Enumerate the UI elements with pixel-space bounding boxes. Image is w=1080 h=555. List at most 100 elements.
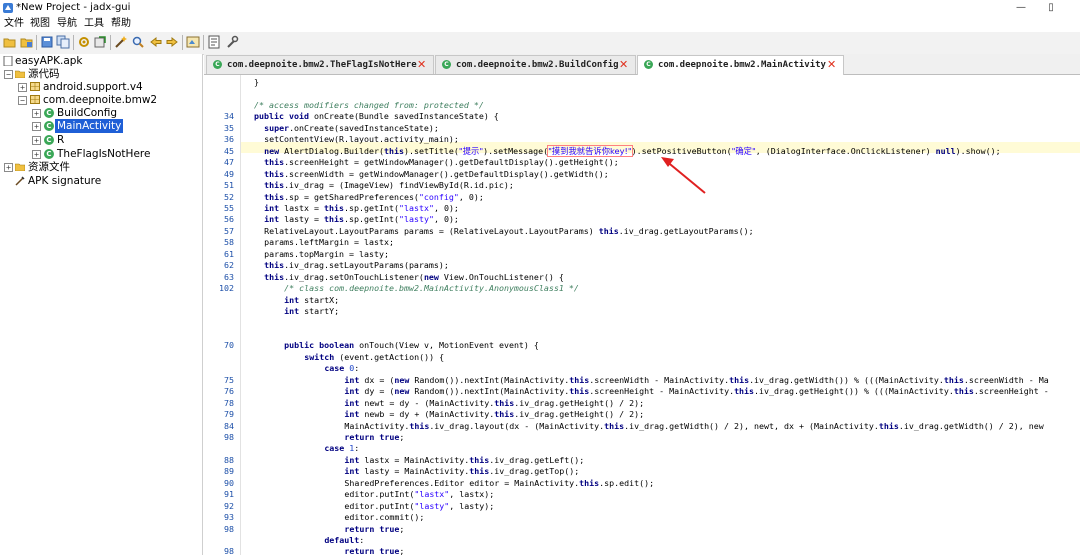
tree-node-class[interactable]: + C TheFlagIsNotHere bbox=[0, 147, 200, 161]
expand-toggle[interactable]: + bbox=[32, 150, 41, 159]
line-number: 98 bbox=[224, 523, 234, 534]
minimize-button[interactable]: — bbox=[1008, 1, 1034, 15]
expand-toggle[interactable]: + bbox=[18, 83, 27, 92]
class-icon: C bbox=[644, 60, 653, 69]
code-token: this bbox=[598, 225, 619, 236]
code-line: editor.putInt("lastx", lastx); bbox=[344, 489, 494, 500]
log-icon[interactable] bbox=[207, 35, 221, 49]
collapse-toggle[interactable]: − bbox=[4, 70, 13, 79]
tree-node-signature[interactable]: APK signature bbox=[0, 174, 200, 188]
code-token: int bbox=[344, 386, 360, 397]
menu-view[interactable]: 视图 bbox=[30, 17, 50, 30]
code-token: this bbox=[604, 420, 625, 431]
tab-label: com.deepnoite.bmw2.MainActivity bbox=[658, 60, 826, 70]
code-token: MainActivity. bbox=[344, 420, 410, 431]
expand-toggle[interactable]: + bbox=[4, 163, 13, 172]
back-icon[interactable] bbox=[149, 35, 163, 49]
line-number: 88 bbox=[224, 454, 234, 465]
line-number: 90 bbox=[224, 477, 234, 488]
folder-icon bbox=[15, 70, 25, 78]
close-icon[interactable]: ✕ bbox=[619, 58, 628, 72]
gear-icon[interactable] bbox=[77, 35, 91, 49]
menu-navigate[interactable]: 导航 bbox=[57, 17, 77, 30]
tree-node-apk[interactable]: easyAPK.apk bbox=[0, 54, 200, 68]
class-icon: C bbox=[213, 60, 222, 69]
tree-node-class[interactable]: + C R bbox=[0, 133, 200, 147]
code-token: (event.getAction()) { bbox=[334, 351, 445, 362]
expand-toggle[interactable]: + bbox=[32, 136, 41, 145]
line-number: 79 bbox=[224, 409, 234, 420]
tree-node-package[interactable]: − com.deepnoite.bmw2 bbox=[0, 93, 200, 107]
tab-buildconfig[interactable]: C com.deepnoite.bmw2.BuildConfig ✕ bbox=[435, 55, 636, 74]
wand-icon[interactable] bbox=[114, 35, 128, 49]
code-token: lastx = bbox=[279, 202, 325, 213]
code-editor[interactable]: 34 35 36 45 47 49 51 52 55 56 57 58 61 62 63 102 70 75 76 7… bbox=[204, 75, 1080, 555]
code-token: .screenWidth - Ma bbox=[963, 374, 1049, 385]
expand-toggle[interactable]: + bbox=[32, 109, 41, 118]
tab-theflagisnothere[interactable]: C com.deepnoite.bmw2.TheFlagIsNotHere ✕ bbox=[206, 55, 434, 74]
collapse-toggle[interactable]: − bbox=[18, 96, 27, 105]
code-line: params.topMargin = lasty; bbox=[264, 249, 389, 260]
wrench-icon[interactable] bbox=[225, 35, 239, 49]
signature-icon bbox=[15, 176, 25, 186]
code-line: public void onCreate(Bundle savedInstanc… bbox=[254, 111, 499, 122]
save-all-icon[interactable] bbox=[40, 35, 54, 49]
tree-label: R bbox=[57, 134, 65, 146]
code-token: "lasty" bbox=[398, 214, 434, 225]
close-icon[interactable]: ✕ bbox=[827, 58, 836, 72]
tree-node-resources[interactable]: + 资源文件 bbox=[0, 160, 200, 174]
code-token: return true bbox=[344, 523, 400, 534]
jadx-app-icon bbox=[3, 3, 13, 13]
code-line: int startX; bbox=[284, 295, 339, 306]
menu-tools[interactable]: 工具 bbox=[84, 17, 104, 30]
window-title: *New Project - jadx-gui bbox=[16, 2, 131, 13]
tree-node-package[interactable]: + android.support.v4 bbox=[0, 80, 200, 94]
code-token: new bbox=[264, 145, 280, 156]
code-token: .sp.getInt( bbox=[344, 214, 399, 225]
code-token: this bbox=[729, 374, 750, 385]
tree-label: 源代码 bbox=[28, 68, 60, 80]
tree-node-source[interactable]: − 源代码 bbox=[0, 67, 200, 81]
code-token: , (DialogInterface.OnClickListener) bbox=[755, 145, 936, 156]
tab-mainactivity[interactable]: C com.deepnoite.bmw2.MainActivity ✕ bbox=[637, 55, 844, 75]
save-icon[interactable] bbox=[20, 35, 34, 49]
search-icon[interactable] bbox=[131, 35, 145, 49]
tree-label: com.deepnoite.bmw2 bbox=[43, 94, 158, 106]
menu-file[interactable]: 文件 bbox=[4, 17, 24, 30]
tree-node-class[interactable]: + C BuildConfig bbox=[0, 106, 200, 120]
code-token: int bbox=[344, 374, 360, 385]
line-number: 84 bbox=[224, 420, 234, 431]
code-line: return true; bbox=[344, 524, 404, 535]
home-icon[interactable] bbox=[186, 35, 200, 49]
code-token: public boolean bbox=[284, 340, 355, 351]
expand-toggle[interactable]: + bbox=[32, 122, 41, 131]
open-folder-icon[interactable] bbox=[3, 35, 17, 49]
code-token: .sp.edit(); bbox=[599, 477, 655, 488]
code-token: .iv_drag.getWidth()) % (((MainActivity. bbox=[749, 374, 944, 385]
code-line: this.sp = getSharedPreferences("config",… bbox=[264, 192, 484, 203]
copy-icon[interactable] bbox=[56, 35, 70, 49]
tree-node-class-selected[interactable]: + C MainActivity bbox=[0, 119, 200, 133]
code-token: new bbox=[423, 271, 439, 282]
editor-tab-bar: C com.deepnoite.bmw2.TheFlagIsNotHere ✕ … bbox=[204, 54, 1080, 75]
line-number: 93 bbox=[224, 512, 234, 523]
line-number: 55 bbox=[224, 202, 234, 213]
code-token: .iv_drag.getHeight()) % (((MainActivity. bbox=[754, 386, 954, 397]
code-token: this bbox=[264, 180, 285, 191]
code-token: .screenWidth - MainActivity. bbox=[589, 374, 730, 385]
code-token: ).setTitle( bbox=[403, 145, 459, 156]
code-token: this bbox=[878, 420, 899, 431]
tree-label: easyAPK.apk bbox=[15, 55, 83, 67]
code-token: editor.commit(); bbox=[344, 512, 425, 523]
maximize-button[interactable]: ▯ bbox=[1038, 1, 1064, 15]
menu-help[interactable]: 帮助 bbox=[111, 17, 131, 30]
code-token: ; bbox=[399, 431, 405, 442]
code-token: this bbox=[494, 397, 515, 408]
tree-label: android.support.v4 bbox=[43, 81, 143, 93]
forward-icon[interactable] bbox=[165, 35, 179, 49]
export-icon[interactable] bbox=[93, 35, 107, 49]
code-token: editor.putInt( bbox=[344, 500, 415, 511]
close-icon[interactable]: ✕ bbox=[417, 58, 426, 72]
code-line: MainActivity.this.iv_drag.layout(dx - (M… bbox=[344, 421, 1043, 432]
line-number: 62 bbox=[224, 260, 234, 271]
